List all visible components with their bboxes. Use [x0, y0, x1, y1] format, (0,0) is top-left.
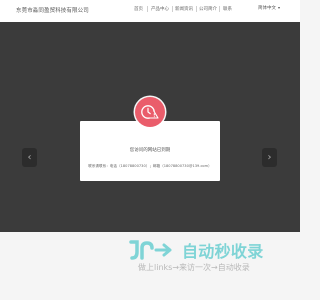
- nav-divider: [219, 6, 220, 12]
- chevron-right-icon: ›: [267, 152, 272, 163]
- nav-divider: [172, 6, 173, 12]
- company-name: 东莞市淼同盈贸科技有限公司: [16, 8, 89, 14]
- nav-item-about[interactable]: 公司简介: [199, 6, 217, 12]
- nav-divider: [147, 6, 148, 12]
- expired-message: 您访问的网站已到期: [129, 148, 171, 153]
- watermark-logo: [129, 240, 172, 260]
- contact-info: 联系请联系：电话（18078800730）；邮箱（18078800730@139…: [88, 164, 212, 168]
- chevron-left-icon: ‹: [27, 152, 32, 163]
- language-label: 简体中文: [258, 6, 276, 11]
- carousel-next-button[interactable]: ›: [262, 148, 277, 167]
- nav-item-news[interactable]: 新闻资讯: [175, 6, 193, 12]
- nav-item-contact[interactable]: 联系: [223, 6, 232, 12]
- carousel-prev-button[interactable]: ‹: [22, 148, 37, 167]
- nav-divider: [196, 6, 197, 12]
- site-header: 东莞市淼同盈贸科技有限公司 首页 产品中心 新闻资讯 公司简介 联系 简体中文 ▾: [0, 0, 300, 22]
- language-selector[interactable]: 简体中文 ▾: [258, 5, 280, 11]
- nav-item-home[interactable]: 首页: [134, 6, 143, 12]
- watermark-subtitle: 做上links→来访一次→自动收录: [138, 263, 250, 272]
- nav-item-products[interactable]: 产品中心: [151, 6, 169, 12]
- warning-clock-icon: [135, 97, 165, 127]
- watermark-title: 自动秒收录: [182, 242, 264, 261]
- caret-down-icon: ▾: [278, 5, 281, 10]
